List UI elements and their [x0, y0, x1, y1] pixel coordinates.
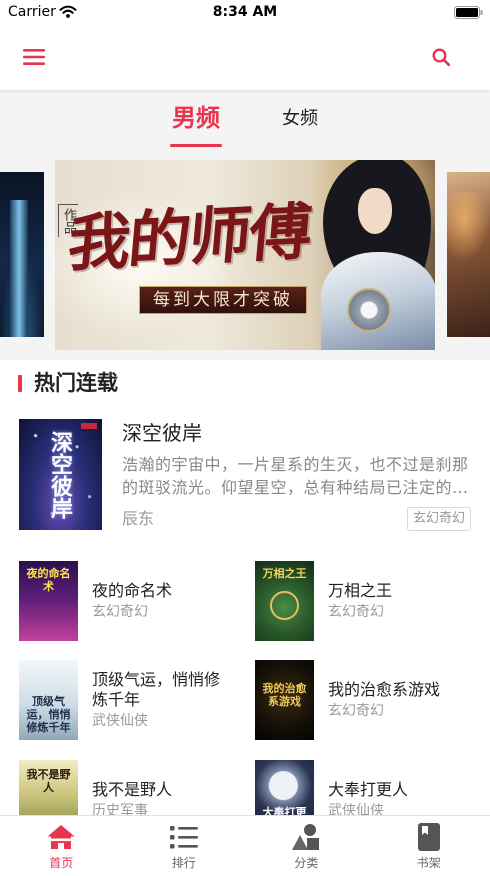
book-info: 我的治愈系游戏 玄幻奇幻	[328, 680, 468, 720]
tab-home[interactable]: 首页	[0, 816, 123, 876]
book-cover-title: 顶级气运，悄悄修炼千年	[26, 695, 71, 734]
tab-ranking-label: 排行	[171, 856, 196, 870]
banner-main-slide[interactable]: 作品 我的师傅 每到大限才突破	[55, 160, 435, 350]
section-accent-bar	[18, 375, 22, 392]
tab-category-label: 分类	[294, 856, 319, 870]
publisher-logo	[81, 423, 97, 429]
book-cover: 夜的命名术	[19, 561, 78, 641]
tab-bookshelf[interactable]: 书架	[368, 816, 490, 876]
menu-button[interactable]	[18, 41, 50, 73]
banner-art-face	[358, 188, 392, 234]
search-button[interactable]	[425, 41, 457, 73]
category-icon	[291, 822, 321, 852]
tab-bookshelf-label: 书架	[416, 856, 441, 870]
book-info: 顶级气运，悄悄修炼千年 武侠仙侠	[92, 670, 232, 730]
book-card[interactable]: 夜的命名术 夜的命名术 玄幻奇幻	[19, 561, 239, 641]
carrier-name: Carrier	[8, 4, 56, 20]
book-cover-emblem	[270, 591, 299, 620]
book-card[interactable]: 顶级气运，悄悄修炼千年 顶级气运，悄悄修炼千年 武侠仙侠	[19, 660, 239, 740]
book-category: 玄幻奇幻	[328, 604, 384, 620]
channel-area: 男频 女频 作品 我的师傅 每到大限才突破	[0, 90, 490, 360]
book-cover-title: 夜的命名术	[26, 567, 71, 593]
banner-title: 我的师傅	[65, 194, 313, 281]
status-bar: Carrier 8:34 AM	[0, 0, 490, 25]
book-card[interactable]: 万相之王 万相之王 玄幻奇幻	[255, 561, 475, 641]
tab-category[interactable]: 分类	[245, 816, 368, 876]
book-info: 夜的命名术 玄幻奇幻	[92, 581, 232, 621]
book-cover-title: 我不是野人	[26, 768, 71, 794]
banner-next-slide[interactable]	[447, 172, 490, 337]
tab-male-channel-label: 男频	[172, 104, 220, 132]
featured-book-description: 浩瀚的宇宙中，一片星系的生灭，也不过是刹那的斑驳流光。仰望星空，总有种结局已注定…	[122, 455, 469, 497]
banner-carousel[interactable]: 作品 我的师傅 每到大限才突破	[0, 160, 490, 350]
search-icon	[432, 48, 450, 66]
book-title: 我的治愈系游戏	[328, 680, 441, 699]
banner-prev-building-art	[10, 200, 28, 337]
book-category: 武侠仙侠	[92, 713, 148, 729]
book-cover-title: 万相之王	[262, 567, 307, 580]
list-icon	[169, 822, 199, 852]
banner-prev-slide[interactable]	[0, 172, 44, 337]
book-info: 大奉打更人 武侠仙侠	[328, 780, 468, 820]
tab-female-channel-label: 女频	[282, 108, 318, 129]
tab-female-channel[interactable]: 女频	[250, 107, 350, 133]
section-title: 热门连载	[34, 371, 118, 395]
book-cover: 我的治愈系游戏	[255, 660, 314, 740]
banner-next-glow	[447, 192, 490, 262]
book-title: 顶级气运，悄悄修炼千年	[92, 670, 221, 709]
tab-home-label: 首页	[49, 856, 74, 870]
book-category: 玄幻奇幻	[92, 604, 148, 620]
featured-book-card[interactable]: 深空彼岸 深空彼岸 浩瀚的宇宙中，一片星系的生灭，也不过是刹那的斑驳流光。仰望星…	[0, 419, 490, 531]
battery-icon	[454, 6, 483, 19]
book-card[interactable]: 我的治愈系游戏 我的治愈系游戏 玄幻奇幻	[255, 660, 475, 740]
book-info: 我不是野人 历史军事	[92, 780, 232, 820]
tab-male-channel[interactable]: 男频	[146, 103, 246, 148]
featured-book-title: 深空彼岸	[122, 421, 202, 445]
section-header: 热门连载	[0, 360, 490, 405]
bottom-tab-bar: 首页 排行 分类 书架	[0, 815, 490, 876]
book-cover-title: 我的治愈系游戏	[262, 682, 307, 708]
home-icon	[46, 822, 76, 852]
status-time: 8:34 AM	[212, 4, 278, 20]
book-title: 我不是野人	[92, 780, 173, 799]
book-title: 大奉打更人	[328, 780, 409, 799]
featured-cover-title: 深空彼岸	[47, 431, 73, 519]
book-cover: 万相之王	[255, 561, 314, 641]
book-title: 夜的命名术	[92, 581, 173, 600]
banner-subtitle: 每到大限才突破	[139, 286, 307, 314]
nav-bar	[0, 25, 490, 90]
book-title: 万相之王	[328, 581, 393, 600]
menu-icon	[23, 49, 45, 65]
book-cover: 顶级气运，悄悄修炼千年	[19, 660, 78, 740]
featured-book-cover: 深空彼岸	[19, 419, 102, 530]
featured-book-author: 辰东	[122, 509, 155, 528]
app-screen: Carrier 8:34 AM 男频 女频 作品 我的师傅 每到大限才突破 热门…	[0, 0, 490, 876]
banner-art-ornament	[347, 288, 391, 332]
tab-active-indicator	[170, 144, 222, 147]
book-info: 万相之王 玄幻奇幻	[328, 581, 468, 621]
book-category: 玄幻奇幻	[328, 703, 384, 719]
wifi-icon	[59, 5, 77, 18]
featured-book-category-tag: 玄幻奇幻	[407, 507, 471, 531]
bookshelf-icon	[414, 822, 444, 852]
tab-ranking[interactable]: 排行	[123, 816, 246, 876]
